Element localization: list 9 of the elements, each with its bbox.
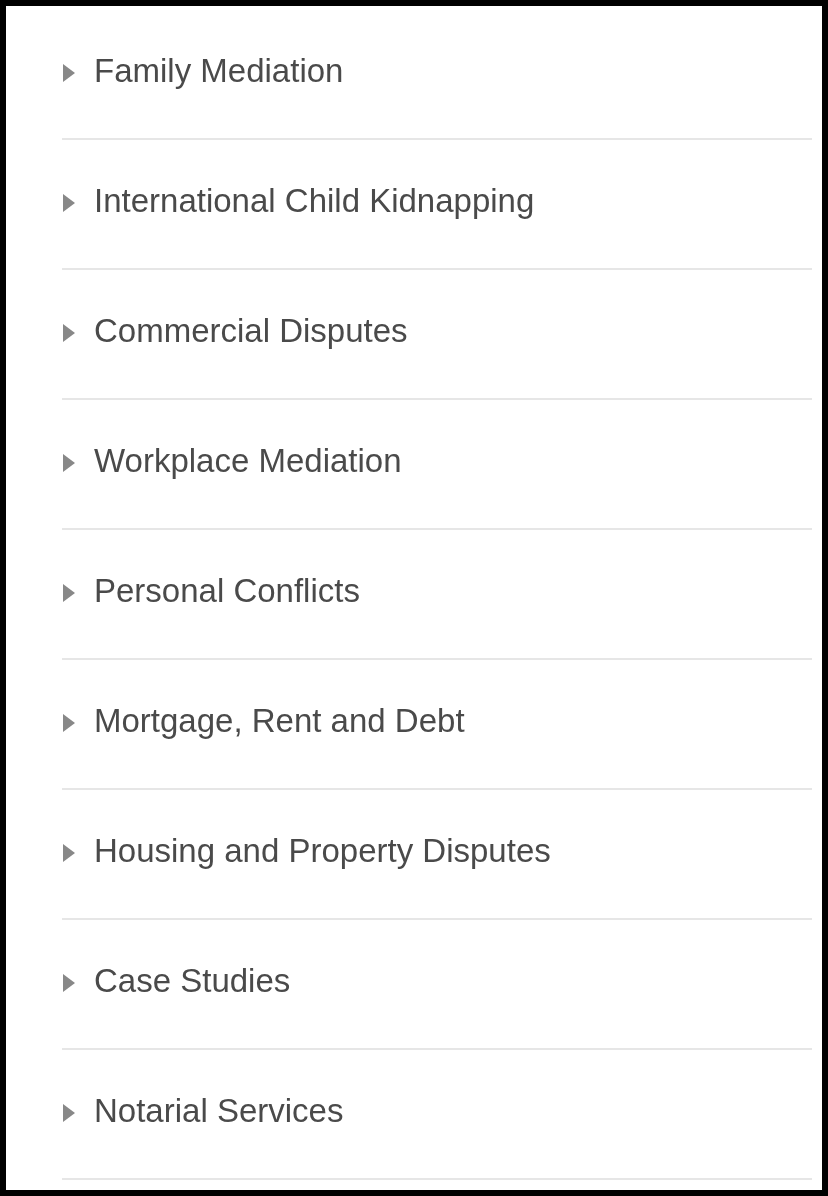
menu-item[interactable]: Case Studies bbox=[62, 956, 291, 1006]
menu-item[interactable]: Notarial Services bbox=[62, 1086, 344, 1136]
menu-item[interactable]: Workplace Mediation bbox=[62, 436, 402, 486]
menu-item[interactable]: International Child Kidnapping bbox=[62, 176, 535, 226]
menu-item[interactable]: Housing and Property Disputes bbox=[62, 826, 551, 876]
menu-item[interactable]: Commercial Disputes bbox=[62, 306, 408, 356]
menu-item[interactable]: Mortgage, Rent and Debt bbox=[62, 696, 465, 746]
menu-item[interactable]: Personal Conflicts bbox=[62, 566, 360, 616]
menu-item[interactable]: Family Mediation bbox=[62, 46, 344, 96]
